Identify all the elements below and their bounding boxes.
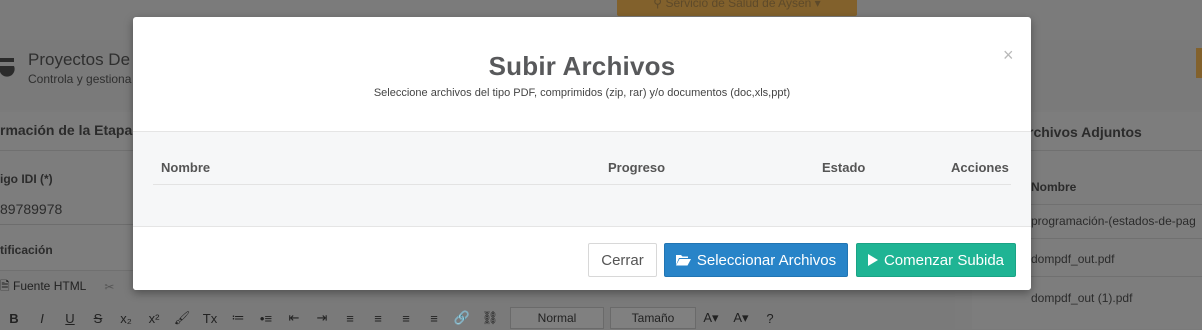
attachments-row-divider xyxy=(1020,204,1202,205)
strike-icon[interactable]: S xyxy=(84,311,112,326)
folder-open-icon xyxy=(675,244,691,278)
subscript-icon[interactable]: x₂ xyxy=(112,311,140,326)
align-center-icon[interactable]: ≡ xyxy=(364,311,392,326)
brush-icon[interactable]: 🖌 xyxy=(168,310,196,326)
select-files-button[interactable]: Seleccionar Archivos xyxy=(664,243,848,277)
attachment-file[interactable]: programación-(estados-de-pag xyxy=(1031,214,1196,228)
play-icon xyxy=(867,244,878,278)
project-icon xyxy=(0,54,16,78)
bold-icon[interactable]: B xyxy=(0,311,28,326)
upload-modal: Subir Archivos Seleccione archivos del t… xyxy=(133,17,1031,290)
underline-icon[interactable]: U xyxy=(56,311,84,326)
stage-info-heading: rmación de la Etapa xyxy=(0,122,133,138)
service-label: Servicio de Salud de Aysén xyxy=(665,0,812,10)
source-html-button[interactable]: 🗎 Fuente HTML xyxy=(0,277,86,298)
column-acciones: Acciones xyxy=(951,160,1009,175)
attachment-file[interactable]: dompdf_out (1).pdf xyxy=(1031,291,1132,305)
column-progreso: Progreso xyxy=(608,160,666,175)
source-html-label: Fuente HTML xyxy=(13,278,87,293)
project-title: Proyectos De xyxy=(28,50,131,69)
clear-format-icon[interactable]: Tx xyxy=(196,311,224,326)
align-justify-icon[interactable]: ≡ xyxy=(420,311,448,326)
project-subtitle: Controla y gestiona xyxy=(28,72,132,86)
link-icon[interactable]: 🔗 xyxy=(448,310,476,326)
bullet-list-icon[interactable]: •≡ xyxy=(252,311,280,326)
align-left-icon[interactable]: ≡ xyxy=(336,311,364,326)
text-color-icon[interactable]: A▾ xyxy=(696,310,726,326)
close-button[interactable]: Cerrar xyxy=(588,243,657,277)
bg-color-icon[interactable]: A▾ xyxy=(726,310,756,326)
start-upload-button[interactable]: Comenzar Subida xyxy=(856,243,1016,277)
service-selector[interactable]: ⚲ Servicio de Salud de Aysén ▾ xyxy=(617,0,857,16)
caret-down-icon: ▾ xyxy=(814,0,821,10)
header-action-button[interactable] xyxy=(1196,48,1202,78)
files-table-header: Nombre Progreso Estado Acciones xyxy=(153,160,1011,185)
editor-toolbar-row-2: B I U S x₂ x² 🖌 Tx ≔ •≡ ⇤ ⇥ ≡ ≡ ≡ ≡ 🔗 ⛓ … xyxy=(0,306,784,330)
codigo-label: igo IDI (*) xyxy=(0,172,53,186)
indent-icon[interactable]: ⇥ xyxy=(308,310,336,326)
file-icon: 🗎 xyxy=(0,278,10,293)
unlink-icon[interactable]: ⛓ xyxy=(476,310,504,326)
attachments-column-name: Nombre xyxy=(1031,180,1077,194)
attachment-file[interactable]: dompdf_out.pdf xyxy=(1031,252,1114,266)
modal-footer: Cerrar Seleccionar Archivos Comenzar Sub… xyxy=(133,226,1031,290)
outdent-icon[interactable]: ⇤ xyxy=(280,310,308,326)
modal-subtitle: Seleccione archivos del tipo PDF, compri… xyxy=(373,87,791,99)
modal-body: Nombre Progreso Estado Acciones xyxy=(133,132,1031,226)
attachments-heading: rchivos Adjuntos xyxy=(1028,124,1142,140)
column-nombre: Nombre xyxy=(161,160,211,175)
start-upload-label: Comenzar Subida xyxy=(883,252,1005,269)
attachments-row-divider xyxy=(1020,276,1202,277)
map-marker-icon: ⚲ xyxy=(653,0,663,10)
align-right-icon[interactable]: ≡ xyxy=(392,311,420,326)
help-icon[interactable]: ? xyxy=(756,311,784,326)
italic-icon[interactable]: I xyxy=(28,311,56,326)
format-select[interactable]: Normal xyxy=(510,307,604,329)
select-files-label: Seleccionar Archivos xyxy=(696,252,837,269)
codigo-value: 89789978 xyxy=(0,201,63,217)
close-icon[interactable]: × xyxy=(1003,46,1014,64)
top-bar xyxy=(0,0,1202,17)
modal-title: Subir Archivos xyxy=(488,51,676,81)
cut-icon[interactable]: ✂ xyxy=(104,280,114,294)
modal-header: Subir Archivos Seleccione archivos del t… xyxy=(133,17,1031,132)
numbered-list-icon[interactable]: ≔ xyxy=(224,310,252,326)
editor-toolbar-row-1: 🗎 Fuente HTML ✂ xyxy=(0,276,114,298)
size-select[interactable]: Tamaño xyxy=(610,307,696,329)
justificacion-label: tificación xyxy=(0,243,53,257)
attachments-row-divider xyxy=(1020,238,1202,239)
superscript-icon[interactable]: x² xyxy=(140,311,168,326)
column-estado: Estado xyxy=(822,160,866,175)
